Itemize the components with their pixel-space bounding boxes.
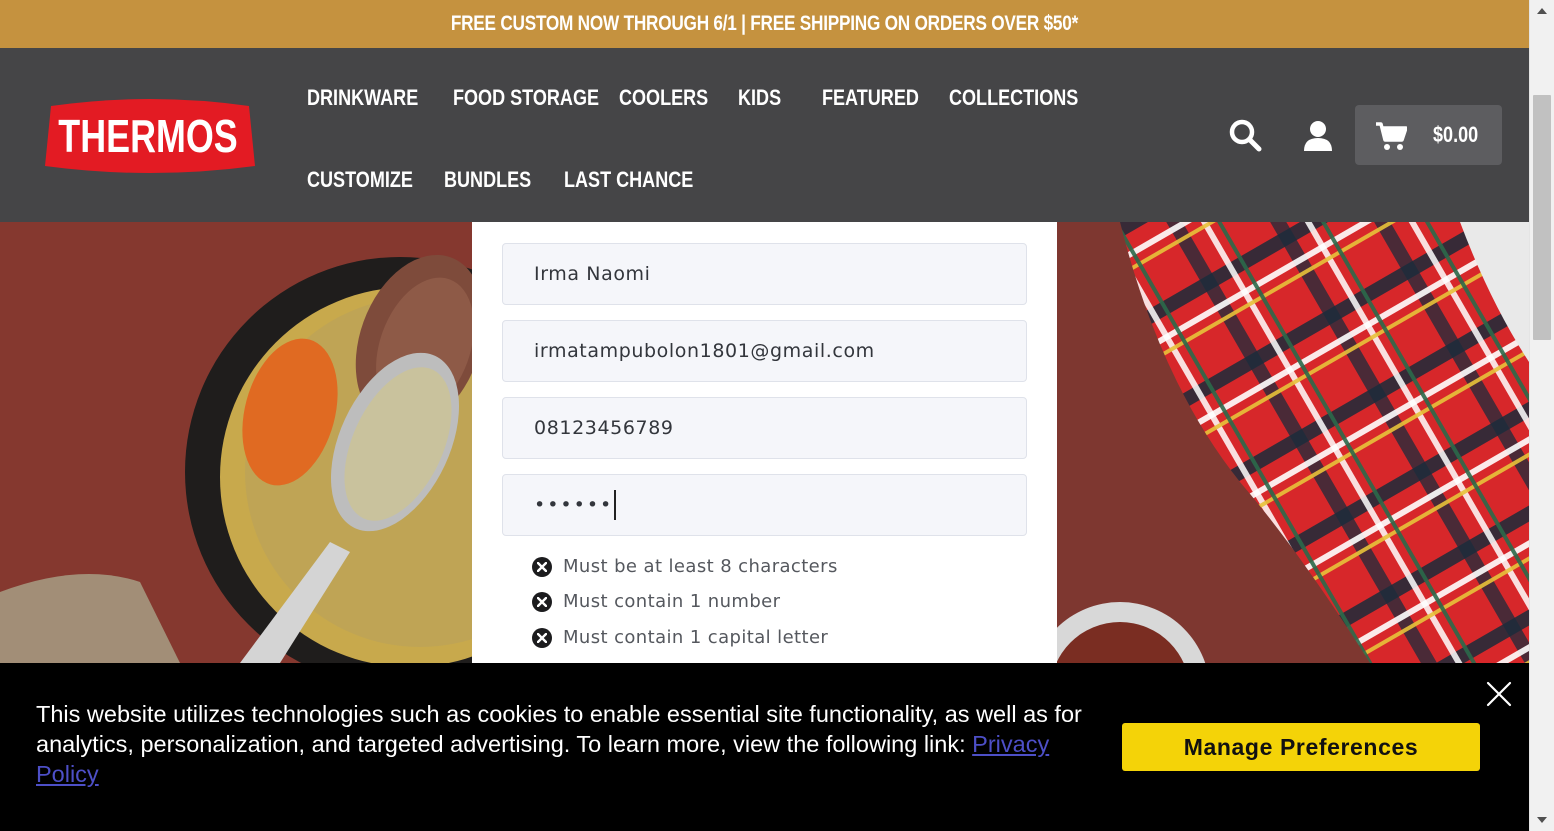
signup-form-card: Irma Naomi irmatampubolon1801@gmail.com … xyxy=(472,222,1057,663)
cart-button[interactable]: $0.00 xyxy=(1355,105,1502,165)
nav-last-chance[interactable]: LAST CHANCE xyxy=(564,166,722,194)
cookie-banner: This website utilizes technologies such … xyxy=(0,663,1529,831)
cart-total: $0.00 xyxy=(1433,122,1479,147)
cookie-text: This website utilizes technologies such … xyxy=(36,701,1082,757)
manage-preferences-button[interactable]: Manage Preferences xyxy=(1122,723,1480,771)
rule-text: Must be at least 8 characters xyxy=(563,556,838,577)
password-field[interactable]: •••••• xyxy=(502,474,1027,536)
nav-food-storage[interactable]: FOOD STORAGE xyxy=(453,84,631,112)
nav-featured[interactable]: FEATURED xyxy=(822,84,940,112)
scroll-up-arrow-icon[interactable] xyxy=(1537,8,1547,14)
cookie-message: This website utilizes technologies such … xyxy=(36,699,1111,789)
phone-value: 08123456789 xyxy=(534,417,674,439)
name-field[interactable]: Irma Naomi xyxy=(502,243,1027,305)
nav-customize[interactable]: CUSTOMIZE xyxy=(307,166,436,194)
nav-bundles[interactable]: BUNDLES xyxy=(444,166,550,194)
password-value: •••••• xyxy=(534,494,614,516)
nav-coolers[interactable]: COOLERS xyxy=(619,84,728,112)
nav-kids[interactable]: KIDS xyxy=(738,84,791,112)
text-caret xyxy=(614,490,617,520)
x-circle-icon xyxy=(532,556,552,577)
scroll-down-arrow-icon[interactable] xyxy=(1537,817,1547,823)
x-circle-icon xyxy=(532,591,552,612)
password-rule-number: Must contain 1 number xyxy=(532,591,780,612)
password-rule-capital: Must contain 1 capital letter xyxy=(532,627,828,648)
email-value: irmatampubolon1801@gmail.com xyxy=(534,340,875,362)
search-icon[interactable] xyxy=(1228,118,1262,152)
thermos-logo[interactable]: THERMOS xyxy=(45,98,255,175)
close-icon[interactable] xyxy=(1486,681,1512,707)
x-circle-icon xyxy=(532,627,552,648)
page-scrollbar[interactable] xyxy=(1529,0,1554,831)
nav-drinkware[interactable]: DRINKWARE xyxy=(307,84,443,112)
password-rule-length: Must be at least 8 characters xyxy=(532,556,838,577)
main-nav-row-1: DRINKWARE xyxy=(307,84,443,112)
rule-text: Must contain 1 capital letter xyxy=(563,627,829,648)
email-field[interactable]: irmatampubolon1801@gmail.com xyxy=(502,320,1027,382)
cart-icon xyxy=(1375,121,1408,151)
promo-banner: FREE CUSTOM NOW THROUGH 6/1 | FREE SHIPP… xyxy=(0,0,1529,48)
scrollbar-thumb[interactable] xyxy=(1533,95,1551,340)
name-value: Irma Naomi xyxy=(534,263,651,285)
nav-collections[interactable]: COLLECTIONS xyxy=(949,84,1107,112)
site-header: THERMOS DRINKWARE FOOD STORAGE COOLERS K… xyxy=(0,48,1529,222)
phone-field[interactable]: 08123456789 xyxy=(502,397,1027,459)
logo-text: THERMOS xyxy=(58,111,237,162)
rule-text: Must contain 1 number xyxy=(563,591,781,612)
user-icon[interactable] xyxy=(1303,120,1333,152)
promo-text: FREE CUSTOM NOW THROUGH 6/1 | FREE SHIPP… xyxy=(450,12,1079,35)
